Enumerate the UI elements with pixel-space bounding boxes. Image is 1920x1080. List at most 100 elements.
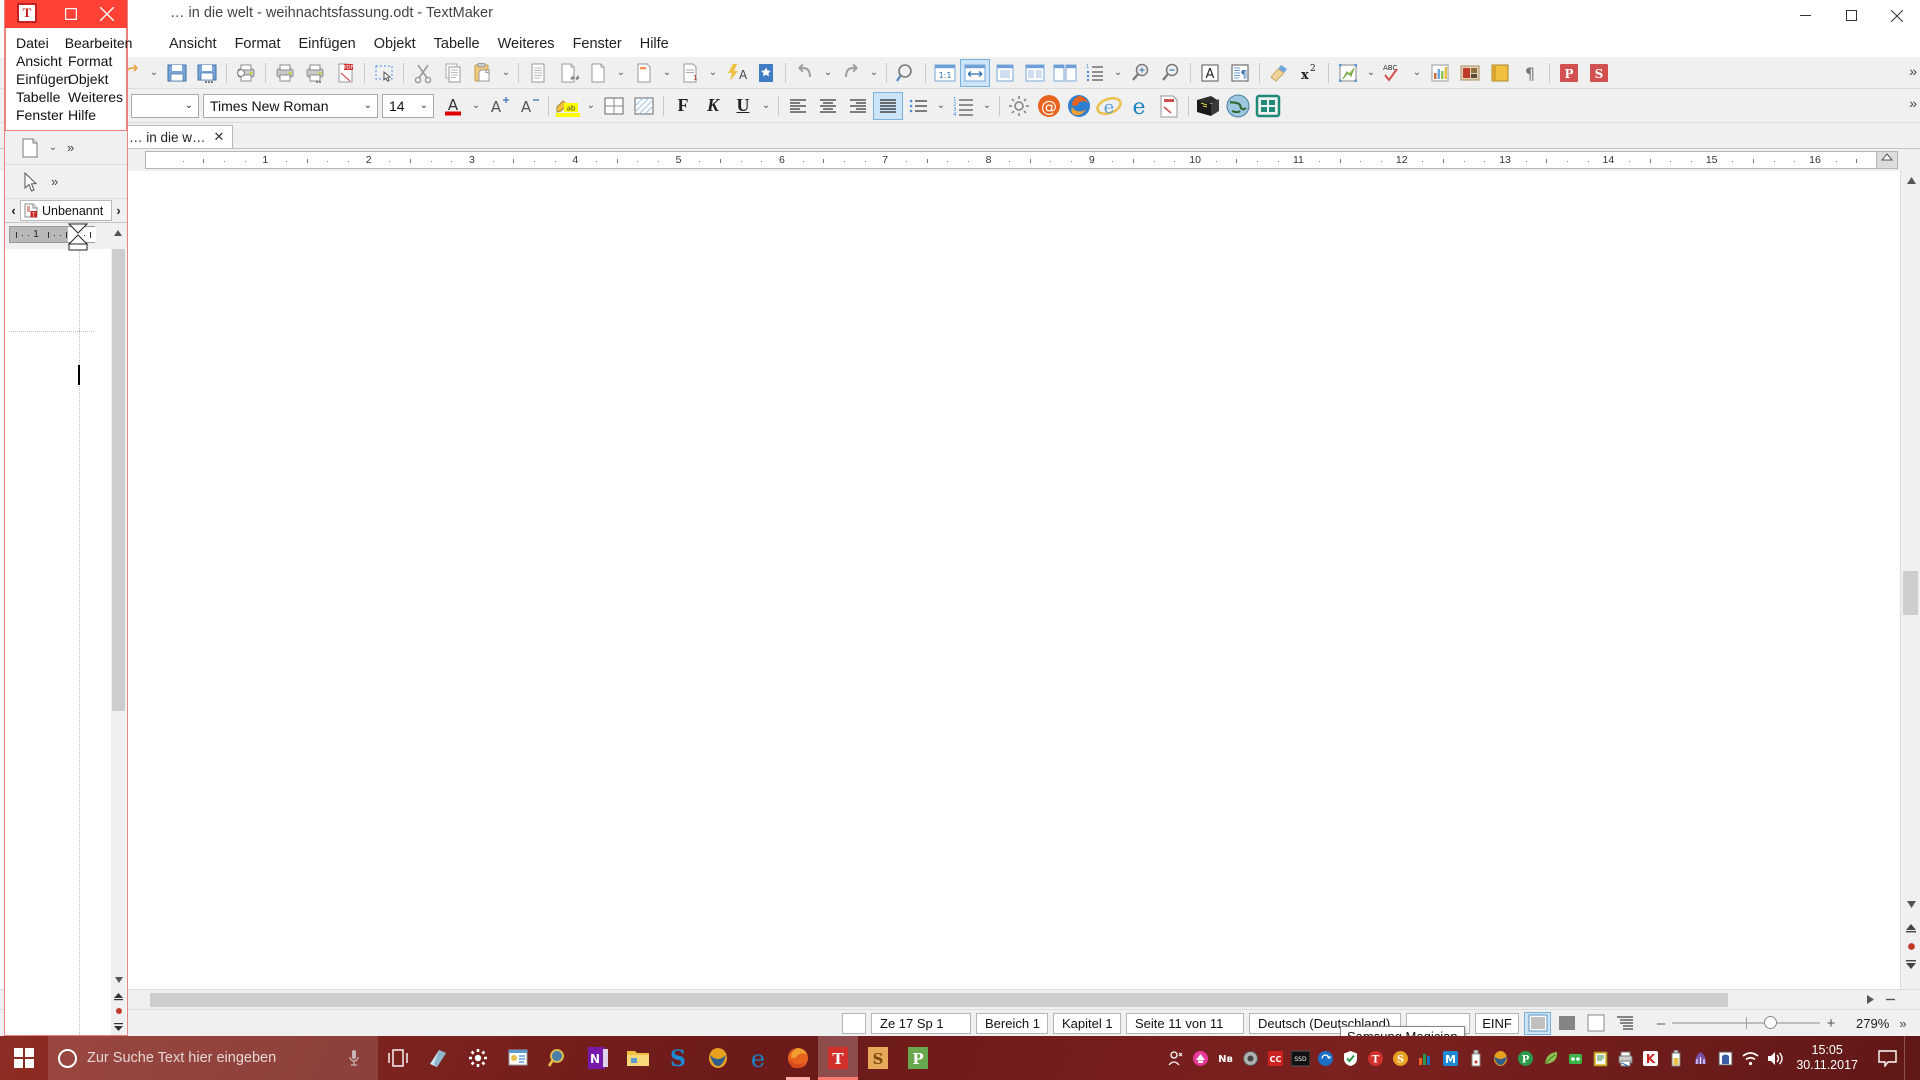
dictionary-book-button[interactable] bbox=[1193, 92, 1223, 120]
mini-toolbar2-overflow-icon[interactable]: » bbox=[51, 174, 58, 189]
footnote-button[interactable]: ## bbox=[553, 59, 583, 87]
chart-dropdown-arrow-icon[interactable]: ⌄ bbox=[1363, 59, 1379, 87]
spellcheck-dropdown-arrow-icon[interactable]: ⌄ bbox=[1409, 59, 1425, 87]
menu-einfuegen[interactable]: Einfügen bbox=[289, 33, 364, 55]
comment-button[interactable] bbox=[629, 59, 659, 87]
tray-app-7-button[interactable] bbox=[1713, 1036, 1738, 1080]
tray-app-6-button[interactable] bbox=[1688, 1036, 1713, 1080]
internet-explorer-button[interactable]: e bbox=[1094, 92, 1124, 120]
tray-app-5-button[interactable] bbox=[1563, 1036, 1588, 1080]
fontsize-dropdown-arrow-icon[interactable]: ⌄ bbox=[415, 100, 433, 111]
taskbar-thunderbird-button[interactable] bbox=[698, 1036, 738, 1080]
align-justify-button[interactable] bbox=[873, 91, 903, 120]
zoom-track[interactable] bbox=[1672, 1016, 1820, 1029]
mini-new-dropdown-arrow-icon[interactable]: ⌄ bbox=[45, 134, 61, 162]
menu-weiteres[interactable]: Weiteres bbox=[489, 33, 564, 55]
underline-dropdown-arrow-icon[interactable]: ⌄ bbox=[758, 92, 774, 120]
export-pdf-button[interactable]: PDF bbox=[330, 59, 360, 87]
menu-format[interactable]: Format bbox=[226, 33, 290, 55]
menu-hilfe[interactable]: Hilfe bbox=[631, 33, 678, 55]
taskbar-skype-button[interactable]: S bbox=[658, 1036, 698, 1080]
bullets-button[interactable] bbox=[903, 92, 933, 120]
fit-width-button[interactable] bbox=[960, 58, 990, 87]
mini-scroll-up-button[interactable] bbox=[111, 225, 125, 241]
tray-clipboard-button[interactable] bbox=[1588, 1036, 1613, 1080]
tray-sync-button[interactable] bbox=[1313, 1036, 1338, 1080]
taskbar-textmaker-button[interactable]: T bbox=[818, 1036, 858, 1080]
mini-document-page[interactable] bbox=[9, 249, 94, 1035]
maximize-button[interactable] bbox=[1828, 0, 1874, 31]
planmaker-app-button[interactable]: S bbox=[1584, 59, 1614, 87]
tray-printer-button[interactable] bbox=[1613, 1036, 1638, 1080]
page-break-dropdown-arrow-icon[interactable]: ⌄ bbox=[613, 59, 629, 87]
menu-tabelle[interactable]: Tabelle bbox=[425, 33, 489, 55]
document-lines-button[interactable] bbox=[523, 59, 553, 87]
mini-maximize-button[interactable] bbox=[54, 0, 87, 28]
horizontal-ruler[interactable]: 1 2 3 4 5 6 7 8 9 10 11 12 13 14 15 16 bbox=[145, 151, 1898, 169]
document-page[interactable] bbox=[145, 171, 1898, 989]
presentations-app-button[interactable]: P bbox=[1554, 59, 1584, 87]
mini-toolbar-overflow-icon[interactable]: » bbox=[67, 140, 74, 155]
select-object-button[interactable] bbox=[369, 59, 399, 87]
undo-list-arrow-icon[interactable]: ⌄ bbox=[820, 59, 836, 87]
mini-menu-ansicht[interactable]: Ansicht bbox=[6, 52, 62, 70]
mini-previous-page-button[interactable] bbox=[111, 993, 126, 1001]
mini-tab-next-button[interactable]: › bbox=[112, 201, 125, 221]
view-outline-button[interactable] bbox=[1611, 1012, 1638, 1035]
insert-picture-button[interactable] bbox=[1455, 59, 1485, 87]
comment-dropdown-arrow-icon[interactable]: ⌄ bbox=[659, 59, 675, 87]
mini-document-tab[interactable]: T Unbenannt bbox=[20, 200, 112, 221]
redo-button[interactable] bbox=[836, 59, 866, 87]
print-button[interactable] bbox=[270, 59, 300, 87]
tray-thunderbird-button[interactable] bbox=[1488, 1036, 1513, 1080]
mini-select-pointer-button[interactable] bbox=[15, 168, 45, 196]
tray-kaspersky-button[interactable]: K bbox=[1638, 1036, 1663, 1080]
tray-people-button[interactable] bbox=[1163, 1036, 1188, 1080]
font-dropdown-arrow-icon[interactable]: ⌄ bbox=[359, 100, 377, 111]
zoom-100-button[interactable]: 1:1 bbox=[930, 59, 960, 87]
taskbar-clock[interactable]: 15:05 30.11.2017 bbox=[1788, 1043, 1870, 1073]
chart-button[interactable] bbox=[1333, 59, 1363, 87]
view-normal-button[interactable] bbox=[1524, 1011, 1551, 1035]
bold-button[interactable]: F bbox=[668, 92, 698, 120]
highlight-dropdown-arrow-icon[interactable]: ⌄ bbox=[583, 92, 599, 120]
format-brush-button[interactable] bbox=[1264, 59, 1294, 87]
taskbar-firefox-button[interactable] bbox=[778, 1036, 818, 1080]
edit-document-button[interactable] bbox=[1154, 92, 1184, 120]
facing-pages-button[interactable] bbox=[1050, 59, 1080, 87]
zoom-percent-label[interactable]: 279% bbox=[1856, 1016, 1889, 1031]
tray-teamviewer-button[interactable]: T bbox=[1363, 1036, 1388, 1080]
mini-scroll-down-button[interactable] bbox=[111, 977, 126, 983]
globe-button[interactable] bbox=[1223, 92, 1253, 120]
mini-menu-objekt[interactable]: Objekt bbox=[58, 70, 114, 88]
redo-list-arrow-icon[interactable]: ⌄ bbox=[866, 59, 882, 87]
taskbar-settings-button[interactable] bbox=[458, 1036, 498, 1080]
undo-dropdown-arrow-icon[interactable]: ⌄ bbox=[146, 59, 162, 87]
insert-chart-button[interactable] bbox=[1425, 59, 1455, 87]
window-layout-button[interactable] bbox=[1253, 92, 1283, 120]
edge-button[interactable]: e bbox=[1124, 92, 1154, 120]
horizontal-scroll-thumb[interactable] bbox=[150, 993, 1728, 1007]
taskbar-search-tool-button[interactable] bbox=[538, 1036, 578, 1080]
mini-menu-einfuegen[interactable]: Einfügen bbox=[6, 70, 71, 88]
horizontal-scrollbar[interactable] bbox=[0, 989, 1920, 1009]
two-pages-button[interactable] bbox=[1020, 59, 1050, 87]
paste-dropdown-arrow-icon[interactable]: ⌄ bbox=[498, 59, 514, 87]
mini-document-area[interactable] bbox=[5, 249, 127, 1035]
align-right-button[interactable] bbox=[843, 92, 873, 120]
cortana-icon[interactable] bbox=[58, 1048, 77, 1068]
scroll-down-button[interactable] bbox=[1901, 895, 1920, 913]
toolbar-overflow-icon[interactable]: » bbox=[1909, 63, 1917, 79]
view-draft-button[interactable] bbox=[1553, 1012, 1580, 1035]
next-page-button[interactable] bbox=[1901, 960, 1920, 969]
zoom-out-button[interactable] bbox=[1156, 59, 1186, 87]
minimize-button[interactable] bbox=[1782, 0, 1828, 31]
status-chapter[interactable]: Kapitel 1 bbox=[1053, 1012, 1121, 1034]
vertical-scrollbar[interactable] bbox=[1900, 171, 1920, 989]
list-dropdown-arrow-icon[interactable]: ⌄ bbox=[1110, 59, 1126, 87]
mini-vertical-scrollbar[interactable] bbox=[111, 249, 126, 1035]
mini-browse-object-button[interactable] bbox=[111, 1007, 126, 1015]
borders-button[interactable] bbox=[599, 92, 629, 120]
show-formatting-button[interactable]: ¶ bbox=[1515, 59, 1545, 87]
tray-battery-button[interactable] bbox=[1663, 1036, 1688, 1080]
